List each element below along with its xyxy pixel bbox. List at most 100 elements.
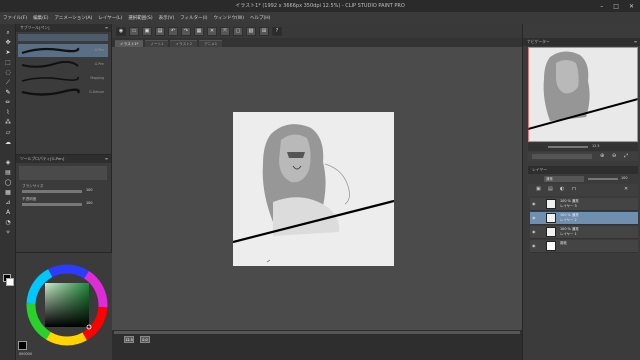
menu-edit[interactable]: 編集(E) (33, 15, 48, 21)
redo-icon[interactable]: ↷ (181, 26, 191, 36)
canvas-tab[interactable]: イラスト1* (115, 40, 144, 47)
new-folder-icon[interactable]: ▤ (548, 186, 553, 192)
text-tool-icon[interactable]: A (3, 208, 13, 217)
canvas-tab[interactable]: アニメ1 (199, 40, 223, 47)
pencil-tool-icon[interactable]: ✏ (3, 98, 13, 107)
blend-mode-select[interactable]: 通常 (544, 176, 584, 182)
navigator-zoom-slider[interactable] (548, 146, 588, 148)
menu-help[interactable]: ヘルプ(H) (250, 15, 270, 21)
panel-menu-icon[interactable]: ≡ (105, 24, 108, 32)
current-color-swatch[interactable] (18, 341, 27, 350)
layer-opacity-slider[interactable] (588, 178, 618, 180)
balloon-tool-icon[interactable]: ◔ (3, 218, 13, 227)
clip-icon[interactable]: ⊓ (572, 186, 576, 192)
canvas-tab[interactable]: イラスト2 (170, 40, 198, 47)
visibility-eye-icon[interactable]: ◉ (532, 201, 537, 206)
layers-icon[interactable]: ▤ (155, 26, 165, 36)
maximize-button[interactable]: □ (613, 3, 619, 10)
menu-selection[interactable]: 選択範囲(S) (128, 15, 152, 21)
frame-tool-icon[interactable]: ▦ (3, 188, 13, 197)
navigator-buttons[interactable] (532, 154, 592, 159)
horizontal-scrollbar[interactable] (114, 331, 520, 334)
help-icon[interactable]: ? (272, 26, 282, 36)
undo-icon[interactable]: ↶ (168, 26, 178, 36)
operation-tool-icon[interactable]: ➤ (3, 48, 13, 57)
ruler-icon[interactable]: ▧ (246, 26, 256, 36)
fit-icon[interactable]: ⤢ (624, 153, 628, 159)
layer-row[interactable]: ◉ 100 % 通常 レイヤー 1 (530, 226, 638, 239)
save-icon[interactable]: ▣ (142, 26, 152, 36)
selection-tool-icon[interactable]: ⬚ (3, 58, 13, 67)
select-icon[interactable]: ▢ (233, 26, 243, 36)
clip-studio-window: イラスト1* (1992 x 3666px 350dpi 12.5%) - CL… (0, 0, 640, 360)
move-tool-icon[interactable]: ✥ (3, 38, 13, 47)
drawing-canvas[interactable] (233, 112, 394, 266)
zoom-tool-icon[interactable]: ⌕ (3, 28, 13, 37)
layer-text: 100 % 通常 レイヤー 1 (560, 227, 579, 237)
minimize-button[interactable]: – (600, 3, 603, 10)
visibility-eye-icon[interactable]: ◉ (532, 215, 537, 220)
brush-tool-icon[interactable]: ⌇ (3, 108, 13, 117)
layer-row-paper[interactable]: ◉ 用紙 (530, 240, 638, 253)
canvas-tab[interactable]: ノート1 (145, 40, 169, 47)
new-layer-icon[interactable]: ▣ (536, 186, 541, 192)
open-icon[interactable]: ▭ (129, 26, 139, 36)
ruler-tool-icon[interactable]: ⊿ (3, 198, 13, 207)
layer-thumbnail (546, 213, 556, 223)
sub-color-swatch[interactable] (6, 278, 14, 286)
layer-name: レイヤー 1 (560, 232, 577, 236)
close-button[interactable]: ✕ (629, 3, 634, 10)
brush-item[interactable]: G-Pen (18, 58, 108, 71)
menu-window[interactable]: ウィンドウ(W) (214, 15, 244, 21)
color-wheel-panel: 000000 (16, 252, 112, 360)
layer-blend-row: 通常 100 (528, 175, 638, 183)
layer-name: 用紙 (560, 241, 567, 245)
fill-icon[interactable]: ▦ (194, 26, 204, 36)
layer-list-empty-area[interactable] (530, 254, 638, 358)
brush-name: G-Pen (94, 48, 104, 52)
visibility-eye-icon[interactable]: ◉ (532, 229, 537, 234)
subtool-group-tab[interactable] (18, 34, 108, 41)
zoom-in-icon[interactable]: ⊕ (600, 153, 604, 159)
mask-icon[interactable]: ◐ (560, 186, 564, 192)
rotation-readout[interactable]: 0.0 (140, 336, 150, 343)
menu-animation[interactable]: アニメーション(A) (54, 15, 92, 21)
zoom-out-icon[interactable]: ⊖ (612, 153, 616, 159)
visibility-eye-icon[interactable]: ◉ (532, 243, 537, 248)
navigator-zoom-value: 12.5 (592, 144, 600, 148)
zoom-readout[interactable]: 12.5 (124, 336, 134, 343)
brush-stroke-preview-icon (21, 47, 80, 55)
opacity-slider[interactable] (22, 203, 82, 206)
blend-tool-icon[interactable]: ☁ (3, 138, 13, 147)
color-wheel[interactable] (25, 263, 109, 347)
navigator-preview[interactable] (528, 47, 638, 142)
menu-layer[interactable]: レイヤー(L) (98, 15, 122, 21)
figure-tool-icon[interactable]: ◯ (3, 178, 13, 187)
clear-icon[interactable]: ✕ (207, 26, 217, 36)
gradient-tool-icon[interactable]: ▤ (3, 168, 13, 177)
panel-menu-icon[interactable]: ≡ (634, 38, 637, 46)
new-icon[interactable]: ◉ (116, 26, 126, 36)
layer-row-selected[interactable]: ◉ 100 % 通常 レイヤー 2 (530, 212, 638, 225)
layer-row[interactable]: ◉ 100 % 通常 レイヤー 3 (530, 198, 638, 211)
brush-item[interactable]: G-Deluxe (18, 86, 108, 99)
panel-menu-icon[interactable]: ≡ (105, 155, 108, 163)
fill-tool-icon[interactable]: ◈ (3, 158, 13, 167)
menu-file[interactable]: ファイル(F) (3, 15, 27, 21)
lasso-tool-icon[interactable]: ◌ (3, 68, 13, 77)
transform-icon[interactable]: ⤧ (220, 26, 230, 36)
menu-filter[interactable]: フィルター(I) (180, 15, 207, 21)
eraser-tool-icon[interactable]: ▱ (3, 128, 13, 137)
correct-line-tool-icon[interactable]: ✧ (3, 228, 13, 237)
navigator-header: ナビゲーター ≡ (523, 38, 640, 46)
title-bar: イラスト1* (1992 x 3666px 350dpi 12.5%) - CL… (0, 0, 640, 12)
eyedropper-tool-icon[interactable]: ⟋ (3, 78, 13, 87)
airbrush-tool-icon[interactable]: ⁂ (3, 118, 13, 127)
snap-icon[interactable]: ⊞ (259, 26, 269, 36)
brush-item[interactable]: Mapping (18, 72, 108, 85)
delete-layer-icon[interactable]: ✕ (624, 186, 628, 192)
menu-view[interactable]: 表示(V) (159, 15, 175, 21)
brush-size-slider[interactable] (22, 190, 82, 193)
pen-tool-icon[interactable]: ✎ (3, 88, 13, 97)
brush-item[interactable]: G-Pen (18, 44, 108, 57)
